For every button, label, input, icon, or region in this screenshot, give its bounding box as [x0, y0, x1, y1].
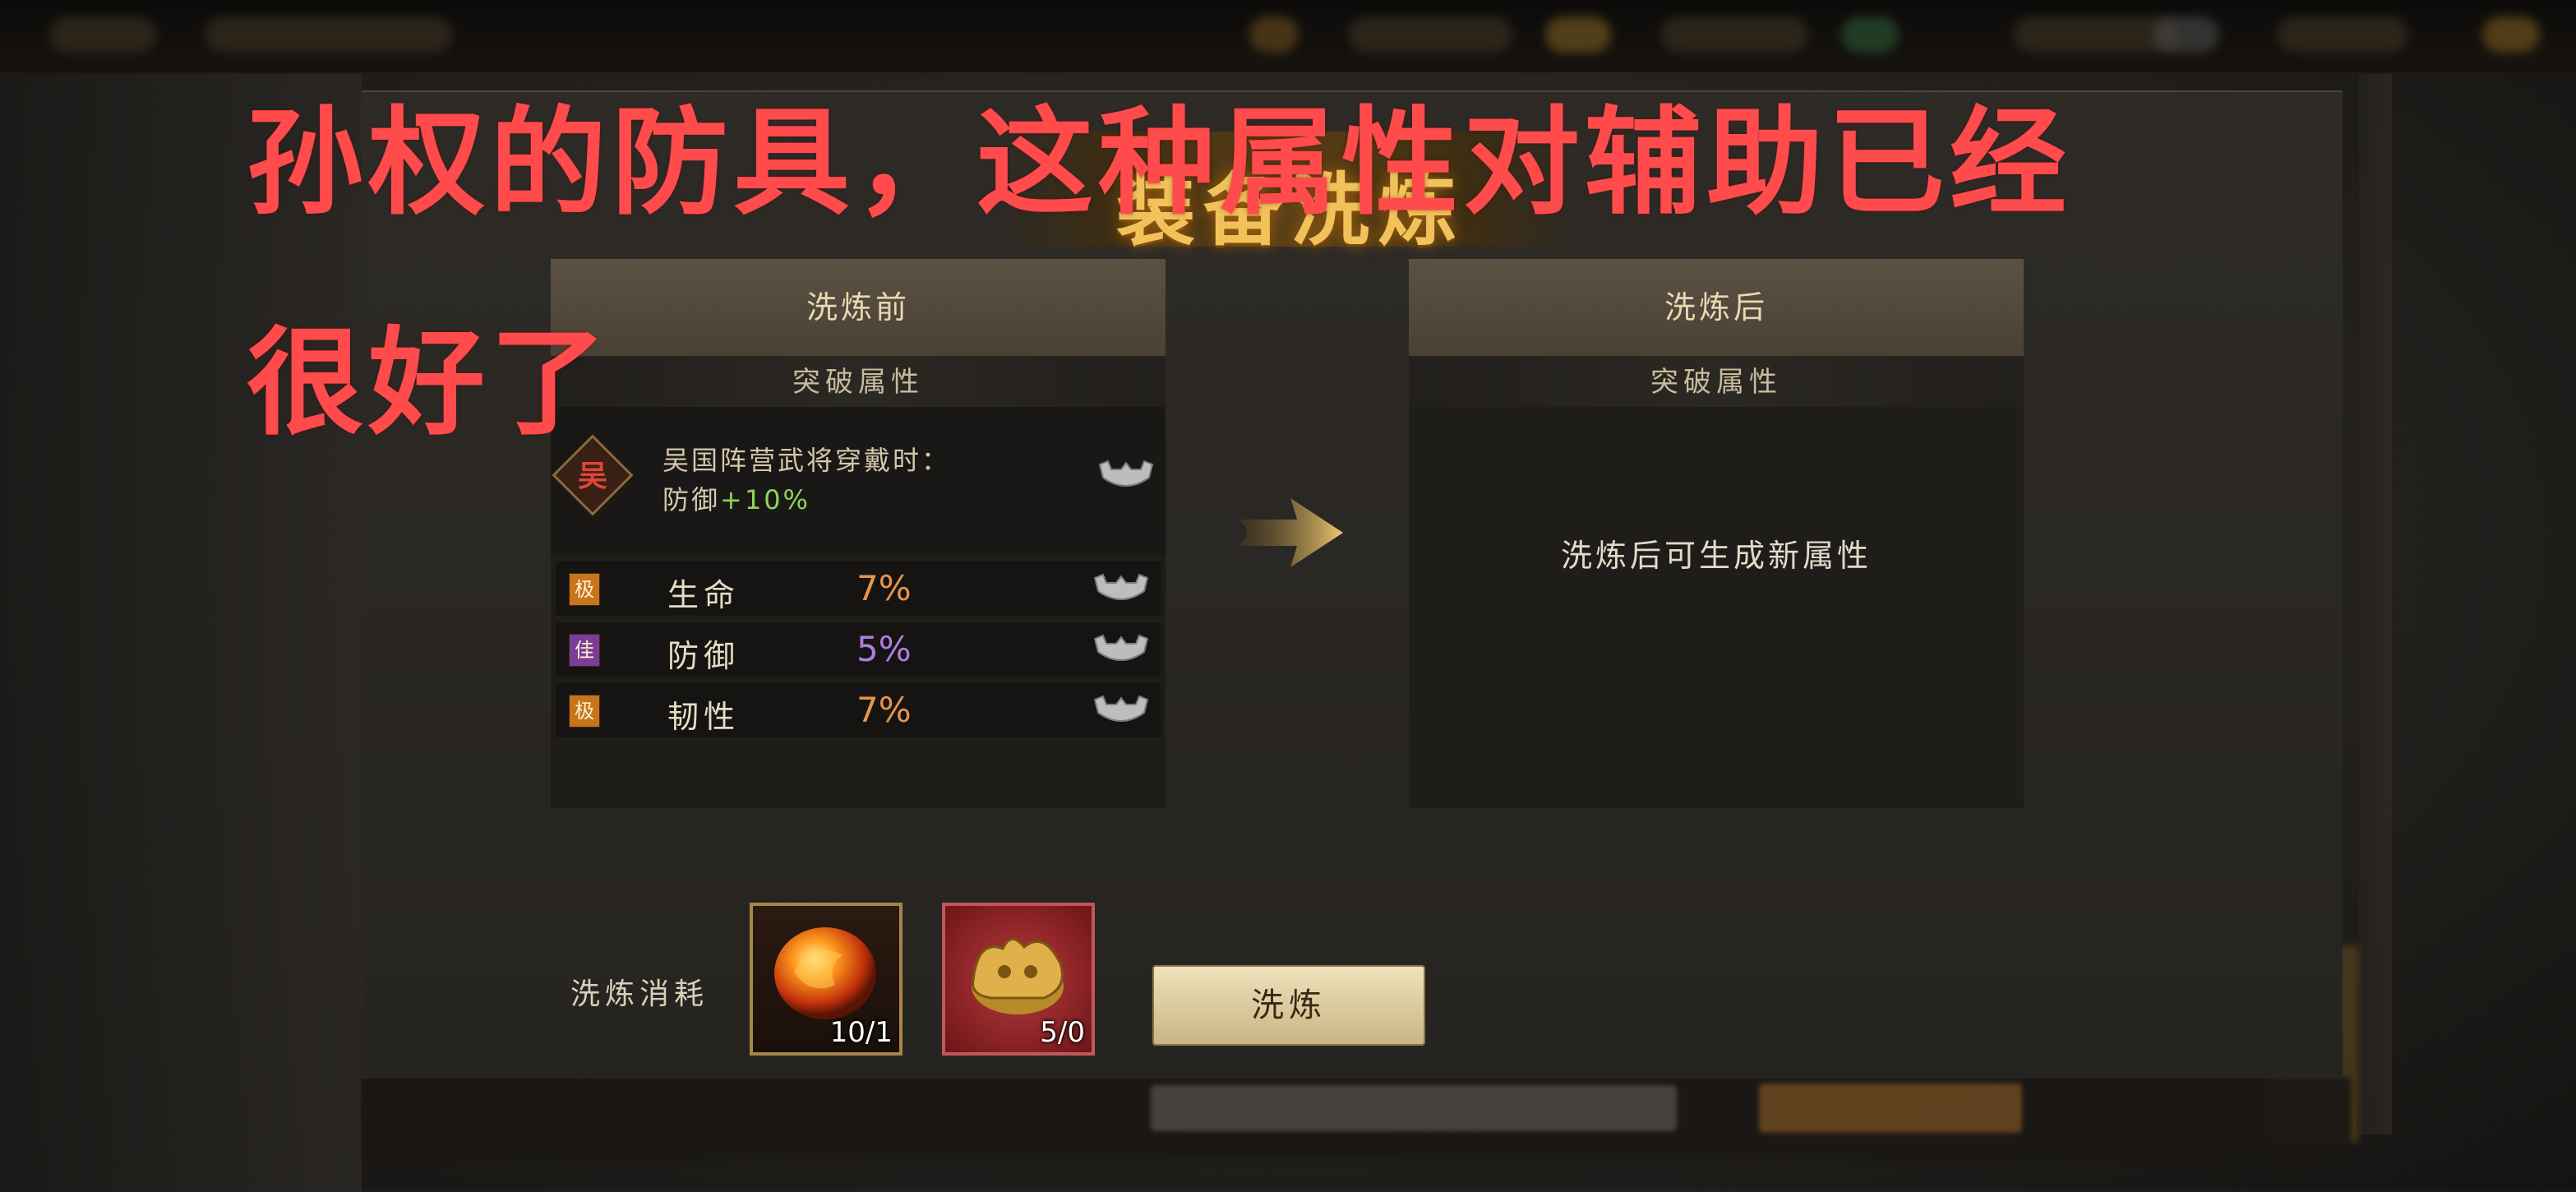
attribute-row: 佳 防御 5% — [556, 622, 1161, 677]
attribute-name: 防御 — [667, 638, 741, 674]
stamina-amount — [2277, 16, 2408, 53]
cloud-icon — [2154, 16, 2219, 53]
after-section-title: 突破属性 — [1409, 358, 2024, 407]
lock-toggle-icon[interactable] — [1096, 460, 1156, 492]
jade-icon — [1841, 16, 1899, 53]
faction-bonus-effect: 防御+10% — [662, 479, 810, 517]
after-panel-header: 洗炼后 — [1409, 259, 2024, 358]
grade-badge: 极 — [569, 573, 600, 606]
attribute-name: 生命 — [667, 577, 741, 613]
cost-item-fire-stone[interactable]: 10/1 — [750, 903, 903, 1056]
top-bar-title — [205, 16, 452, 53]
back-icon[interactable] — [49, 16, 156, 53]
faction-bonus-condition: 吴国阵营武将穿戴时： — [662, 445, 951, 476]
after-placeholder-text: 洗炼后可生成新属性 — [1560, 538, 1872, 574]
background-bottom-bar — [362, 1077, 2351, 1159]
background-scene — [0, 74, 362, 1192]
background-bottom-field — [1151, 1085, 1677, 1131]
top-bar — [0, 0, 2576, 72]
arrow-right-icon — [1238, 498, 1343, 567]
attribute-value: 7% — [856, 568, 912, 608]
background-side-panel — [2359, 74, 2392, 1134]
lock-toggle-icon[interactable] — [1092, 573, 1151, 606]
attribute-row: 极 生命 7% — [556, 561, 1161, 616]
cost-label: 洗炼消耗 — [570, 977, 709, 1011]
faction-bonus-value: +10% — [720, 484, 810, 515]
faction-bonus-stat: 防御 — [662, 484, 721, 515]
gold-coin-icon — [1545, 16, 1611, 53]
menu-icon[interactable] — [2482, 16, 2540, 53]
caption-line-2: 很好了 — [247, 316, 612, 451]
attribute-value: 5% — [856, 629, 912, 669]
currency-icon — [1249, 16, 1299, 53]
faction-bonus: 吴 吴国阵营武将穿戴时： 防御+10% — [551, 407, 1166, 555]
refine-button[interactable]: 洗炼 — [1152, 965, 1425, 1046]
currency-amount — [1348, 16, 1512, 53]
cost-item-gold-ornament[interactable]: 5/0 — [942, 903, 1095, 1056]
cost-item-count: 10/1 — [829, 1016, 893, 1049]
grade-badge: 极 — [569, 695, 600, 728]
attribute-value: 7% — [856, 690, 912, 730]
attribute-row: 极 韧性 7% — [556, 683, 1161, 737]
attribute-name: 韧性 — [667, 699, 741, 735]
after-panel: 洗炼后 突破属性 洗炼后可生成新属性 — [1409, 259, 2024, 808]
grade-badge: 佳 — [569, 634, 600, 667]
lock-toggle-icon[interactable] — [1092, 634, 1151, 667]
caption-line-1: 孙权的防具，这种属性对辅助已经 — [247, 95, 2071, 231]
background-bottom-button — [1759, 1083, 2022, 1133]
before-panel-header: 洗炼前 — [551, 259, 1166, 358]
before-section-title: 突破属性 — [551, 358, 1166, 407]
gold-amount — [1660, 16, 1808, 53]
lock-toggle-icon[interactable] — [1092, 695, 1151, 728]
cost-item-count: 5/0 — [1040, 1016, 1085, 1049]
before-panel: 洗炼前 突破属性 吴 吴国阵营武将穿戴时： 防御+10% 极 生命 7% 佳 防… — [551, 259, 1166, 808]
